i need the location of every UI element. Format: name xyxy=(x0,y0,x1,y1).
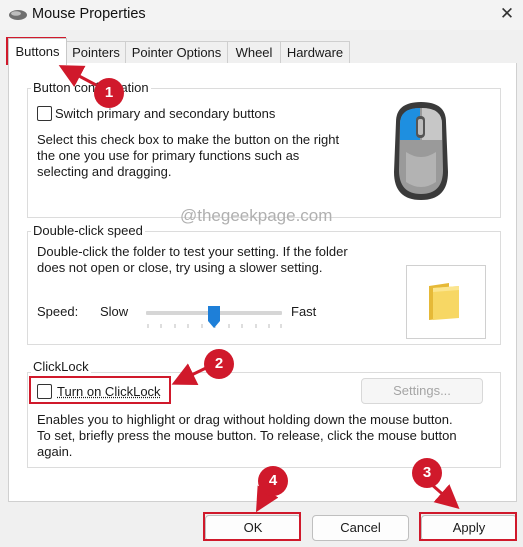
annotation-badge-1: 1 xyxy=(94,78,124,108)
annotation-arrows xyxy=(58,65,460,513)
annotation-badge-2: 2 xyxy=(204,349,234,379)
tab-buttons[interactable]: Buttons xyxy=(8,38,67,65)
arrow-3 xyxy=(430,482,460,509)
annotation-badge-3: 3 xyxy=(412,458,442,488)
arrow-1 xyxy=(58,65,97,88)
arrow-2 xyxy=(171,363,207,385)
annotation-badge-4: 4 xyxy=(258,466,288,496)
